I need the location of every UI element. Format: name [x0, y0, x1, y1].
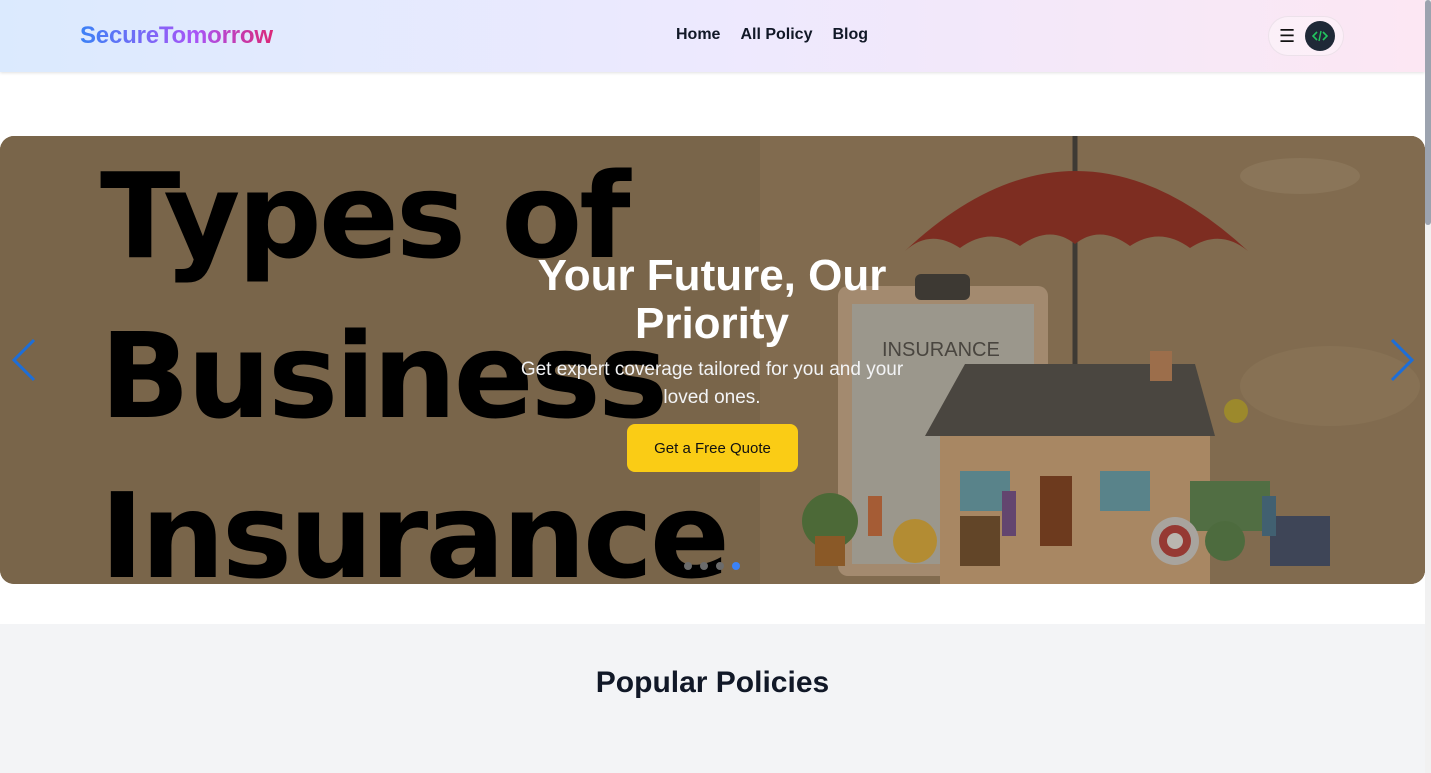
- hamburger-icon: ☰: [1279, 26, 1296, 46]
- top-navbar: SecureTomorrow Home All Policy Blog ☰: [0, 0, 1425, 72]
- popular-policies-section: Popular Policies: [0, 624, 1425, 773]
- avatar: [1305, 21, 1336, 51]
- scrollbar-thumb[interactable]: [1425, 0, 1431, 225]
- carousel-dots: [684, 562, 740, 570]
- hero-caption: Your Future, Our Priority Get expert cov…: [512, 252, 912, 412]
- main-nav: Home All Policy Blog: [676, 26, 868, 44]
- page-scrollbar[interactable]: [1425, 0, 1431, 773]
- section-title: Popular Policies: [595, 666, 830, 699]
- user-menu-button[interactable]: ☰: [1268, 16, 1344, 56]
- carousel-dot-1[interactable]: [684, 562, 692, 570]
- avatar-code-icon: [1312, 30, 1329, 42]
- carousel-next-button[interactable]: [1386, 336, 1416, 384]
- hero-heading: Your Future, Our Priority: [537, 251, 887, 348]
- chevron-left-icon: [11, 338, 36, 382]
- get-free-quote-button[interactable]: Get a Free Quote: [627, 424, 798, 472]
- carousel-dot-4[interactable]: [732, 562, 740, 570]
- nav-link-blog[interactable]: Blog: [832, 26, 868, 44]
- nav-link-home[interactable]: Home: [676, 26, 720, 44]
- nav-link-all-policy[interactable]: All Policy: [740, 26, 812, 44]
- carousel-dot-2[interactable]: [700, 562, 708, 570]
- hero-subtext: Get expert coverage tailored for you and…: [520, 359, 904, 408]
- chevron-right-icon: [1390, 338, 1415, 382]
- brand-logo[interactable]: SecureTomorrow: [80, 22, 273, 50]
- carousel-prev-button[interactable]: [10, 336, 40, 384]
- hero-carousel: INSURANCE Types of Business Insurance Yo…: [0, 136, 1425, 584]
- carousel-dot-3[interactable]: [716, 562, 724, 570]
